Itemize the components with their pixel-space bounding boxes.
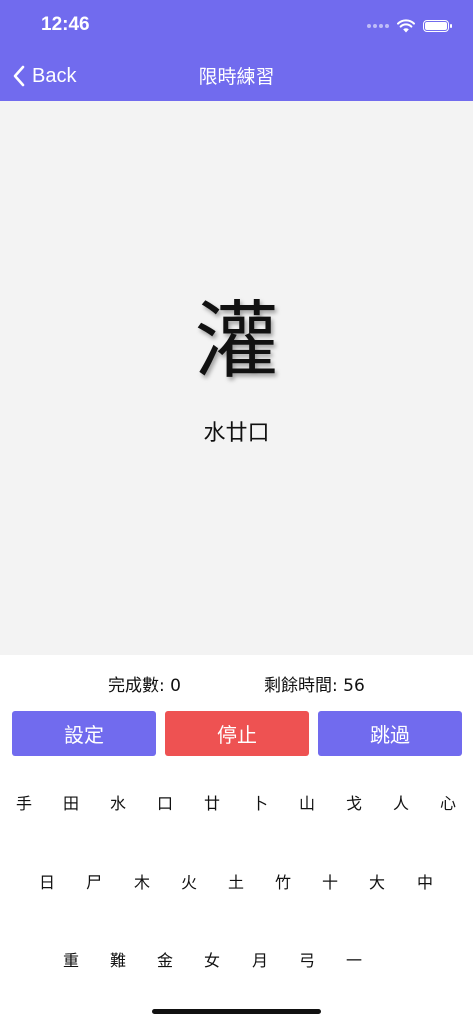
key[interactable]: 卜 (240, 789, 280, 819)
key[interactable]: 火 (169, 868, 209, 898)
key[interactable]: 口 (145, 789, 185, 819)
key[interactable]: 日 (27, 868, 67, 898)
key[interactable]: 山 (287, 789, 327, 819)
key-row-2: 日 尸 木 火 土 竹 十 大 中 (0, 868, 473, 898)
remaining-time: 剩餘時間: 56 (264, 671, 365, 696)
key[interactable]: 竹 (263, 868, 303, 898)
key[interactable]: 金 (145, 946, 185, 976)
battery-icon (423, 20, 452, 32)
practice-character: 灌 (194, 292, 279, 390)
key[interactable]: 人 (381, 789, 421, 819)
key[interactable]: 手 (4, 789, 44, 819)
stop-button[interactable]: 停止 (165, 711, 309, 756)
key-row-1: 手 田 水 口 廿 卜 山 戈 人 心 (0, 789, 473, 819)
key[interactable]: 木 (122, 868, 162, 898)
key[interactable]: 難 (98, 946, 138, 976)
page-title: 限時練習 (198, 66, 275, 88)
key[interactable]: 弓 (287, 946, 327, 976)
key[interactable]: 十 (310, 868, 350, 898)
key[interactable]: 廿 (192, 789, 232, 819)
wifi-icon (397, 19, 415, 33)
skip-button[interactable]: 跳過 (318, 711, 462, 756)
nav-header: 12:46 Back 限時練習 (0, 0, 473, 101)
key[interactable]: 一 (334, 946, 374, 976)
cellular-signal-icon (367, 24, 389, 28)
stats-bar: 完成數: 0 剩餘時間: 56 (0, 671, 473, 696)
time-label: 剩餘時間: (264, 676, 338, 696)
status-icons (367, 16, 452, 36)
time-value: 56 (343, 676, 365, 696)
character-code: 水廿口 (203, 421, 270, 446)
key[interactable]: 中 (405, 868, 445, 898)
key[interactable]: 月 (240, 946, 280, 976)
key[interactable]: 大 (357, 868, 397, 898)
settings-button[interactable]: 設定 (12, 711, 156, 756)
key[interactable]: 土 (216, 868, 256, 898)
key[interactable]: 女 (192, 946, 232, 976)
key[interactable]: 田 (51, 789, 91, 819)
done-label: 完成數: (108, 676, 165, 696)
key[interactable]: 戈 (334, 789, 374, 819)
done-count: 完成數: 0 (108, 671, 181, 696)
character-panel: 灌 水廿口 (0, 101, 473, 655)
home-indicator (152, 1009, 321, 1014)
done-value: 0 (170, 676, 181, 696)
key[interactable]: 尸 (74, 868, 114, 898)
key[interactable]: 重 (51, 946, 91, 976)
key-row-3: 重 難 金 女 月 弓 一 (0, 946, 473, 976)
key[interactable]: 心 (428, 789, 468, 819)
status-time: 12:46 (41, 14, 90, 35)
key[interactable]: 水 (98, 789, 138, 819)
